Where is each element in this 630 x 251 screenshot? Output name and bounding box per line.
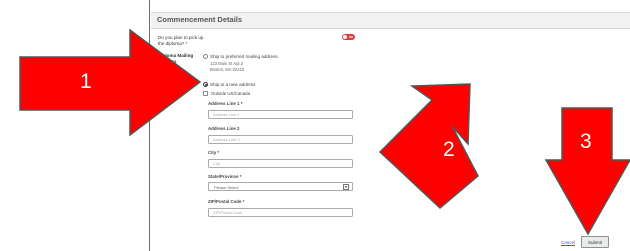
arrow-1-number: 1: [80, 70, 92, 93]
annotation-arrows: [19, 28, 630, 236]
arrow-down-icon: [544, 107, 630, 236]
arrow-right-icon: [19, 28, 202, 137]
arrow-2-number: 2: [443, 138, 455, 161]
arrow-up-left-icon: [378, 83, 479, 210]
arrow-3-number: 3: [580, 130, 592, 153]
